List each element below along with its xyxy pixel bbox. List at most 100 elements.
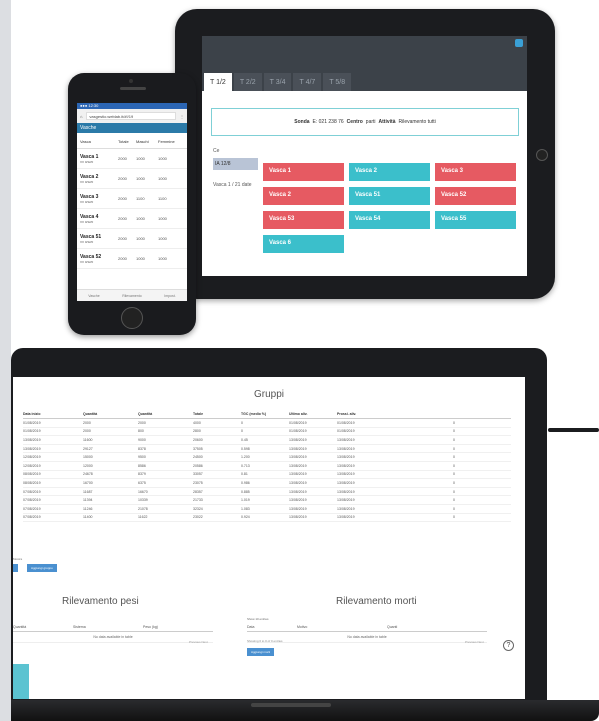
deaths-show[interactable]: Show 10 entries [247,617,269,621]
column-header[interactable]: TGC (medio %) [241,412,289,416]
list-item[interactable]: Vasca 4 XX 0/32/0 2000 1000 1000 [77,209,187,229]
table-row[interactable]: 01/08/2019 2000 800 2800 0 01/08/2019 01/08/20… [23,428,511,437]
bottom-nav-item[interactable]: Rilevamento [122,294,141,298]
table-cell: 33057 [193,472,203,477]
table-cell: 0.713 [241,463,250,468]
tank-button[interactable]: Vasca 3 [435,163,516,181]
tab-1[interactable]: T 1/2 [204,73,232,91]
table-row[interactable]: 12/08/2019 12000 8586 20586 0.713 13/08/2019 1… [23,462,511,471]
tablet-screen: T 1/2 T 2/2 T 3/4 T 4/7 T 5/8 Sonda E: 0… [202,36,527,276]
row-value: 1000 [158,216,167,221]
next-link[interactable]: Next [478,640,484,644]
header-check-icon[interactable] [515,39,523,47]
table-cell: 01/08/2019 [337,429,355,434]
menu-icon[interactable]: ⋮ [180,114,184,119]
add-group-button[interactable]: Aggiungi gruppo [27,564,57,572]
deaths-pager: Previous Next [465,640,484,644]
column-header[interactable]: Prossi. aliv. [337,412,373,416]
list-item[interactable]: Vasca 3 XX 0/32/0 2000 1100 1100 [77,189,187,209]
tank-button[interactable]: Vasca 54 [349,211,430,229]
phone-head-col: Maschi [136,139,149,144]
table-row[interactable]: 08/08/2019 16700 6375 23075 0.986 13/08/2019 1… [23,479,511,488]
table-row[interactable]: 07/08/2019 11687 16670 28357 0.885 13/08/2019… [23,488,511,497]
tank-button[interactable]: Vasca 53 [263,211,344,229]
row-name-cell: Vasca 1 XX 0/32/0 [80,154,118,164]
row-sub: XX 0/32/0 [80,219,94,224]
table-cell: 2800 [193,429,201,434]
weights-empty: No data available in table [13,632,213,643]
laptop-notch [251,703,331,707]
bottom-nav-item[interactable]: Impost. [164,294,175,298]
table-row[interactable]: 12/08/2019 15000 9500 24500 1.200 13/08/2019 1… [23,453,511,462]
tank-button[interactable]: Vasca 2 [349,163,430,181]
table-cell: 800 [138,429,144,434]
table-row[interactable]: 07/08/2019 11394 10339 21733 1.019 13/08/2019… [23,496,511,505]
tab-2[interactable]: T 2/2 [233,73,262,91]
table-row[interactable]: 01/08/2019 2000 2000 4000 0 01/08/2019 01/08/2… [23,419,511,428]
weights-col: Quantità [13,625,27,629]
table-cell: 13/08/2019 [289,489,307,494]
list-item[interactable]: Vasca 2 XX 0/32/0 2000 1000 1000 [77,169,187,189]
table-cell: 01/08/2019 [337,420,355,425]
tank-button[interactable]: Vasca 2 [263,187,344,205]
tank-button[interactable]: Vasca 1 [263,163,344,181]
table-cell: 11687 [83,489,93,494]
column-header[interactable]: Totale [193,412,241,416]
list-item[interactable]: Vasca 52 XX 0/32/0 2000 1000 1000 [77,249,187,269]
tank-button[interactable]: Vasca 52 [435,187,516,205]
tablet-device: T 1/2 T 2/2 T 3/4 T 4/7 T 5/8 Sonda E: 0… [175,9,555,299]
tank-button[interactable]: Vasca 6 [263,235,344,253]
table-cell: 01/08/2019 [289,429,307,434]
groups-table: Data inizio Quantità Quantità Totale TGC (me… [23,409,511,523]
table-cell: 11394 [83,498,93,503]
phone-head-col: Vasca [80,139,91,144]
table-cell: 07/08/2019 [23,515,41,520]
tank-button[interactable]: Vasca 55 [435,211,516,229]
row-name: Vasca 51 [80,233,102,240]
table-cell: 01/08/2019 [23,429,41,434]
table-row[interactable]: 08/08/2019 24678 8379 33057 0.81 13/08/2019 13… [23,471,511,480]
help-icon[interactable]: ? [503,640,514,651]
phone-speaker [120,87,146,90]
list-item[interactable]: Vasca 51 XX 0/32/0 2000 1000 1000 [77,229,187,249]
phone-screen: ●●● 12:30 ⌂ vasgestio.weblab.it/#!/19 ⋮ … [77,103,187,301]
column-header[interactable]: Quantità [138,412,193,416]
table-cell: 11246 [83,506,93,511]
laptop-base [11,700,599,721]
table-row[interactable]: 13/08/2019 11600 9000 20600 0.45 13/08/2019 13… [23,436,511,445]
tab-5[interactable]: T 5/8 [323,73,352,91]
list-item[interactable]: Vasca 1 XX 0/32/0 2000 1000 1000 [77,149,187,169]
table-cell: 13/08/2019 [337,506,355,511]
sidebar-selected-item[interactable]: IA 12/8 [213,158,258,170]
table-cell: 0 [453,455,455,460]
filter-value-c: Rilevamento tutti [398,119,436,125]
prev-icon[interactable] [13,564,18,572]
add-deaths-button[interactable]: Aggiungi morti [247,648,275,656]
tank-button[interactable]: Vasca 51 [349,187,430,205]
next-link[interactable]: Next [202,640,208,644]
phone-url-bar: ⌂ vasgestio.weblab.it/#!/19 ⋮ [77,109,187,123]
table-cell: 0 [453,472,455,477]
table-row[interactable]: 13/08/2019 29127 8378 37505 0.598 13/08/2019 1… [23,445,511,454]
bottom-nav-item[interactable]: Vasche [88,294,99,298]
tab-3[interactable]: T 3/4 [263,73,292,91]
phone-device: ●●● 12:30 ⌂ vasgestio.weblab.it/#!/19 ⋮ … [68,73,196,335]
table-cell: 23022 [193,515,203,520]
column-header[interactable]: Quantità [83,412,138,416]
table-row[interactable]: 07/08/2019 11246 21078 32324 1.083 13/08/2019… [23,505,511,514]
deaths-head: Data Motivo Quanti [247,625,487,632]
table-row[interactable]: 07/08/2019 11400 11622 23022 0.924 13/08/2019… [23,514,511,523]
row-value: 1100 [158,196,167,201]
table-cell: 16670 [138,489,148,494]
table-cell: 24678 [83,472,93,477]
tab-4[interactable]: T 4/7 [293,73,322,91]
home-icon[interactable]: ⌂ [80,114,82,119]
url-field[interactable]: vasgestio.weblab.it/#!/19 [86,112,176,120]
prev-link[interactable]: Previous [189,640,201,644]
prev-link[interactable]: Previous [465,640,477,644]
column-header[interactable]: Data inizio [23,412,83,416]
deaths-info: Showing 0 to 0 of 0 entries [247,639,283,643]
table-cell: 9500 [138,455,146,460]
column-header[interactable]: Ultimo aliv. [289,412,337,416]
table-cell: 0 [453,515,455,520]
